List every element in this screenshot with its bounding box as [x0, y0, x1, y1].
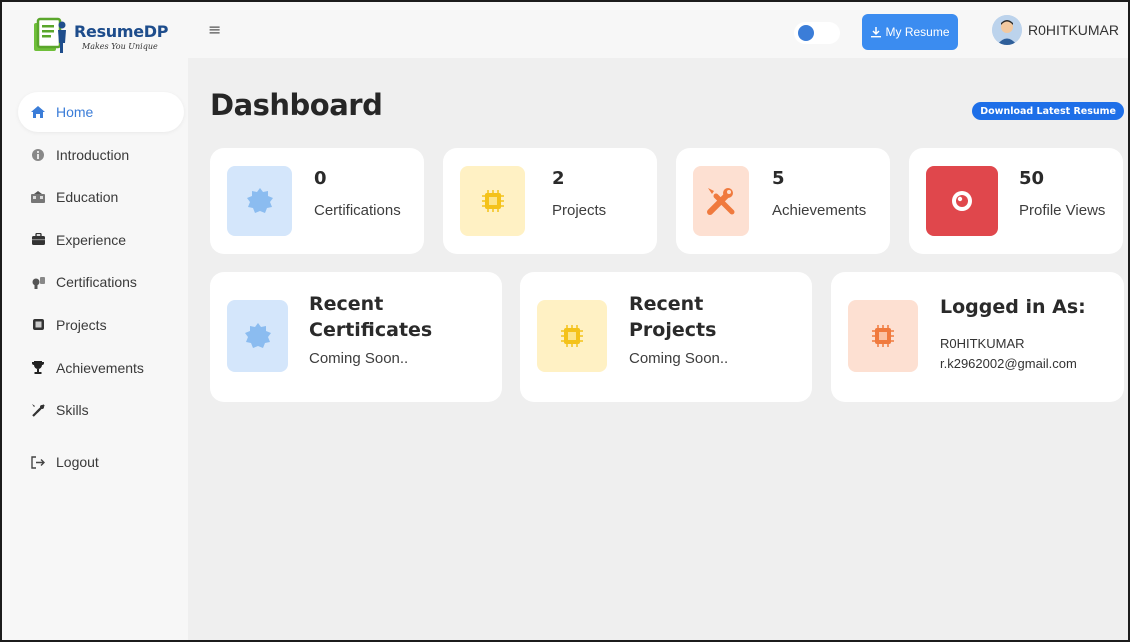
page-title: Dashboard	[210, 88, 383, 122]
logged-in-title: Logged in As:	[940, 296, 1086, 318]
download-icon	[871, 27, 882, 38]
stat-label: Projects	[552, 202, 607, 219]
user-menu[interactable]: R0HITKUMAR	[992, 14, 1119, 46]
logout-icon	[30, 454, 46, 470]
sidebar-item-label: Experience	[56, 231, 127, 248]
home-icon	[30, 104, 46, 120]
download-latest-resume-button[interactable]: Download Latest Resume	[972, 102, 1124, 120]
card-title-line: Recent	[629, 293, 704, 315]
logo[interactable]: ResumeDP Makes You Unique	[32, 14, 182, 60]
badge-icon	[227, 166, 292, 236]
card-title-line: Recent	[309, 293, 384, 315]
projects-icon	[30, 317, 46, 333]
toggle-knob	[798, 25, 814, 41]
education-icon	[30, 189, 46, 205]
avatar	[992, 15, 1022, 45]
logged-in-username: R0HITKUMAR	[940, 336, 1025, 351]
chip-icon	[848, 300, 918, 372]
stat-value: 0	[314, 168, 327, 189]
card-status: Coming Soon..	[309, 350, 409, 367]
chip-icon	[537, 300, 607, 372]
logo-tagline: Makes You Unique	[82, 41, 158, 51]
stat-card-projects[interactable]: 2 Projects	[443, 148, 657, 254]
stat-value: 50	[1019, 168, 1045, 189]
card-title: Recent Projects	[629, 291, 809, 343]
topbar: ≡ My Resume R0HITKUMAR	[188, 2, 1128, 58]
my-resume-button[interactable]: My Resume	[862, 14, 958, 50]
app-window: ResumeDP Makes You Unique Home Introduct…	[0, 0, 1130, 642]
eye-icon	[926, 166, 998, 236]
stat-label: Certifications	[314, 202, 401, 219]
stat-card-achievements[interactable]: 5 Achievements	[676, 148, 890, 254]
sidebar-item-label: Home	[56, 104, 94, 120]
logout-label: Logout	[56, 454, 99, 471]
my-resume-label: My Resume	[885, 25, 950, 39]
logged-in-email: r.k2962002@gmail.com	[940, 356, 1077, 371]
briefcase-icon	[30, 232, 46, 248]
trophy-icon	[30, 360, 46, 376]
theme-toggle[interactable]	[794, 22, 840, 44]
sidebar: ResumeDP Makes You Unique Home Introduct…	[2, 2, 188, 640]
card-title: Recent Certificates	[309, 291, 489, 343]
sidebar-item-label: Projects	[56, 316, 107, 333]
info-icon	[30, 147, 46, 163]
sidebar-item-introduction[interactable]: Introduction	[18, 135, 184, 175]
sidebar-nav: Home Introduction Education Experience C…	[18, 92, 184, 485]
stat-label: Achievements	[772, 202, 867, 219]
sidebar-item-label: Achievements	[56, 359, 144, 376]
stat-value: 5	[772, 168, 785, 189]
sidebar-item-projects[interactable]: Projects	[18, 305, 184, 345]
certificate-icon	[30, 274, 46, 290]
sidebar-item-home[interactable]: Home	[18, 92, 184, 132]
hamburger-icon[interactable]: ≡	[208, 22, 221, 38]
tools-icon	[30, 402, 46, 418]
sidebar-item-label: Certifications	[56, 274, 137, 291]
sidebar-item-certifications[interactable]: Certifications	[18, 262, 184, 302]
sidebar-item-label: Skills	[56, 402, 89, 419]
sidebar-item-label: Introduction	[56, 146, 130, 163]
username: R0HITKUMAR	[1028, 22, 1120, 38]
sidebar-item-skills[interactable]: Skills	[18, 390, 184, 430]
stat-card-certifications[interactable]: 0 Certifications	[210, 148, 424, 254]
badge-icon	[227, 300, 288, 372]
card-status: Coming Soon..	[629, 350, 729, 367]
logo-icon	[34, 17, 66, 53]
sidebar-item-education[interactable]: Education	[18, 177, 184, 217]
recent-certificates-card[interactable]: Recent Certificates Coming Soon..	[210, 272, 502, 402]
sidebar-item-experience[interactable]: Experience	[18, 220, 184, 260]
stat-card-profile-views[interactable]: 50 Profile Views	[909, 148, 1123, 254]
logged-in-card: Logged in As: R0HITKUMAR r.k2962002@gmai…	[831, 272, 1124, 402]
tools-icon	[693, 166, 749, 236]
recent-projects-card[interactable]: Recent Projects Coming Soon..	[520, 272, 812, 402]
stat-label: Profile Views	[1019, 202, 1106, 219]
card-title-line: Certificates	[309, 319, 433, 341]
stat-value: 2	[552, 168, 565, 189]
sidebar-item-achievements[interactable]: Achievements	[18, 348, 184, 388]
sidebar-item-logout[interactable]: Logout	[18, 442, 184, 482]
chip-icon	[460, 166, 525, 236]
logo-title: ResumeDP	[74, 21, 169, 41]
sidebar-item-label: Education	[56, 189, 119, 206]
main-content: Dashboard Download Latest Resume 0 Certi…	[188, 58, 1128, 640]
card-title-line: Projects	[629, 319, 717, 341]
